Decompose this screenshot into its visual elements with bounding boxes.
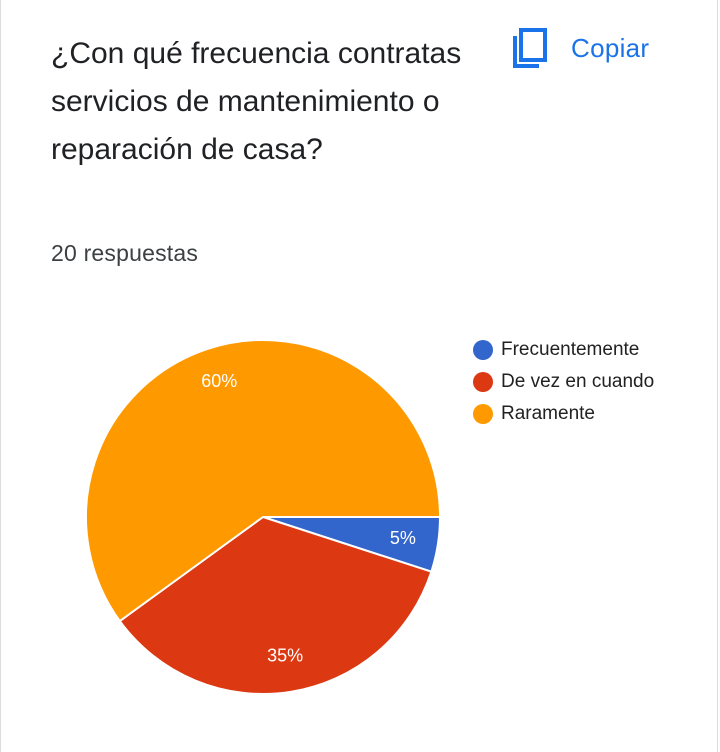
legend-label: Raramente <box>501 403 595 424</box>
chart-legend: Frecuentemente De vez en cuando Raramente <box>473 334 654 430</box>
legend-item[interactable]: Frecuentemente <box>473 334 654 366</box>
pie-data-label: 60% <box>201 371 237 391</box>
pie-chart: 5% 35% 60% Frecuentemente De vez en cuando R… <box>1 300 719 752</box>
response-summary-card: ¿Con qué frecuencia contratas servicios … <box>0 0 718 752</box>
legend-item[interactable]: De vez en cuando <box>473 366 654 398</box>
copy-button-label: Copiar <box>571 32 650 63</box>
legend-label: De vez en cuando <box>501 371 655 392</box>
pie-chart-svg: 5% 35% 60% <box>85 339 442 695</box>
legend-swatch <box>473 404 493 424</box>
pie-data-label: 35% <box>267 646 303 666</box>
copy-icon <box>509 26 549 70</box>
legend-label: Frecuentemente <box>501 339 640 360</box>
copy-button[interactable]: Copiar <box>509 24 649 72</box>
legend-swatch <box>473 372 493 392</box>
response-count: 20 respuestas <box>51 240 199 266</box>
pie-data-label: 5% <box>390 528 416 548</box>
legend-item[interactable]: Raramente <box>473 398 654 430</box>
question-title: ¿Con qué frecuencia contratas servicios … <box>51 37 462 166</box>
legend-swatch <box>473 340 493 360</box>
